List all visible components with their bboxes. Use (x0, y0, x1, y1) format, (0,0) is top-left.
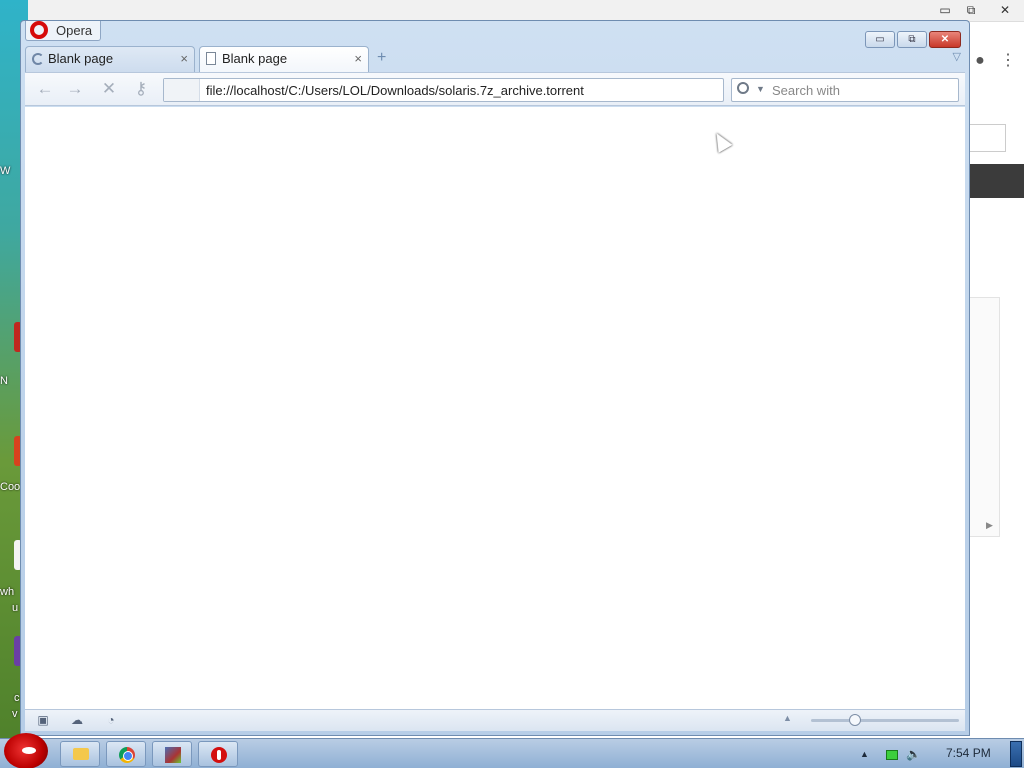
wand-key-icon[interactable]: ⚷ (129, 80, 153, 100)
background-minimize-button[interactable]: ▭ (934, 2, 956, 18)
background-titlebar: ▭ ⧉ ✕ (28, 0, 1024, 22)
zoom-slider-handle[interactable] (849, 714, 861, 726)
desktop-label: N (0, 375, 8, 387)
new-tab-button[interactable]: + (377, 49, 386, 67)
volume-icon[interactable]: 🔈 (906, 747, 921, 761)
taskbar-explorer-button[interactable] (60, 741, 100, 767)
opera-unite-cloud-icon[interactable]: ☁ (69, 713, 85, 727)
stop-button[interactable]: ✕ (97, 80, 121, 100)
opera-icon (211, 747, 227, 763)
tab-menu-button[interactable]: ▽ (953, 50, 961, 63)
tab-close-button[interactable]: × (354, 47, 362, 71)
opera-menu-button[interactable]: Opera (25, 21, 102, 41)
opera-menu-label: Opera (56, 23, 93, 38)
address-bar[interactable] (163, 78, 724, 102)
status-bar: ▣ ☁ ◔ ▲ (25, 709, 965, 731)
panel-toggle-icon[interactable]: ▣ (35, 713, 51, 727)
taskbar-app-button[interactable] (152, 741, 192, 767)
zoom-menu-icon[interactable]: ▲ (783, 713, 792, 723)
tab-label: Blank page (48, 51, 114, 66)
tab-bar: Blank page × Blank page × + ▽ (25, 46, 965, 73)
desktop-label: c (14, 692, 20, 704)
background-window-side: ● ⋮ ▶ (970, 44, 1024, 744)
site-info-badge[interactable] (164, 79, 200, 101)
panel-arrow-icon[interactable]: ▶ (986, 520, 993, 531)
tray-expand-icon[interactable]: ▲ (860, 749, 869, 759)
zoom-slider-track[interactable] (811, 719, 959, 722)
network-icon[interactable] (886, 750, 898, 760)
taskbar: ▲ 🔈 7:54 PM (0, 733, 1024, 768)
address-input[interactable] (206, 79, 716, 101)
chrome-icon (119, 747, 135, 763)
document-icon (206, 52, 216, 65)
search-engine-dropdown-icon[interactable]: ▼ (756, 84, 765, 94)
background-close-button[interactable]: ✕ (994, 2, 1016, 18)
turbo-icon[interactable]: ◔ (103, 713, 119, 727)
app-icon (165, 747, 181, 763)
mouse-cursor-icon (709, 129, 733, 153)
profile-icon[interactable]: ● (970, 52, 990, 72)
angry-bird-icon (22, 747, 36, 754)
tab-close-button[interactable]: × (180, 47, 188, 71)
background-panel: ▶ (970, 297, 1000, 537)
tab-loading[interactable]: Blank page × (25, 46, 195, 72)
search-input[interactable] (772, 79, 952, 101)
search-icon (737, 82, 749, 94)
desktop-label: wh (0, 586, 15, 598)
taskbar-opera-button[interactable] (198, 741, 238, 767)
folder-icon (73, 748, 89, 760)
desktop-label: u (12, 602, 19, 614)
show-desktop-button[interactable] (1010, 741, 1022, 767)
background-restore-button[interactable]: ⧉ (960, 2, 982, 18)
desktop-label: v (12, 708, 18, 720)
background-search-box[interactable] (970, 124, 1006, 152)
desktop-label: Coo (0, 481, 21, 493)
clock[interactable]: 7:54 PM (946, 746, 991, 760)
page-content[interactable] (25, 107, 965, 709)
tab-active[interactable]: Blank page × (199, 46, 369, 73)
loading-spinner-icon (32, 53, 44, 65)
background-dark-bar (970, 164, 1024, 198)
tab-label: Blank page (222, 51, 288, 66)
opera-logo-icon (30, 21, 48, 39)
taskbar-chrome-button[interactable] (106, 741, 146, 767)
start-button[interactable] (4, 733, 48, 768)
opera-window: Opera ▭ ⧉ ✕ Blank page × Blank page × + … (20, 20, 970, 736)
more-options-icon[interactable]: ⋮ (1000, 50, 1016, 70)
desktop-label: W (0, 165, 11, 177)
navigation-toolbar: ← → ✕ ⚷ ▼ (25, 72, 965, 106)
back-button[interactable]: ← (33, 80, 57, 100)
forward-button[interactable]: → (63, 80, 87, 100)
search-box[interactable]: ▼ (731, 78, 959, 102)
